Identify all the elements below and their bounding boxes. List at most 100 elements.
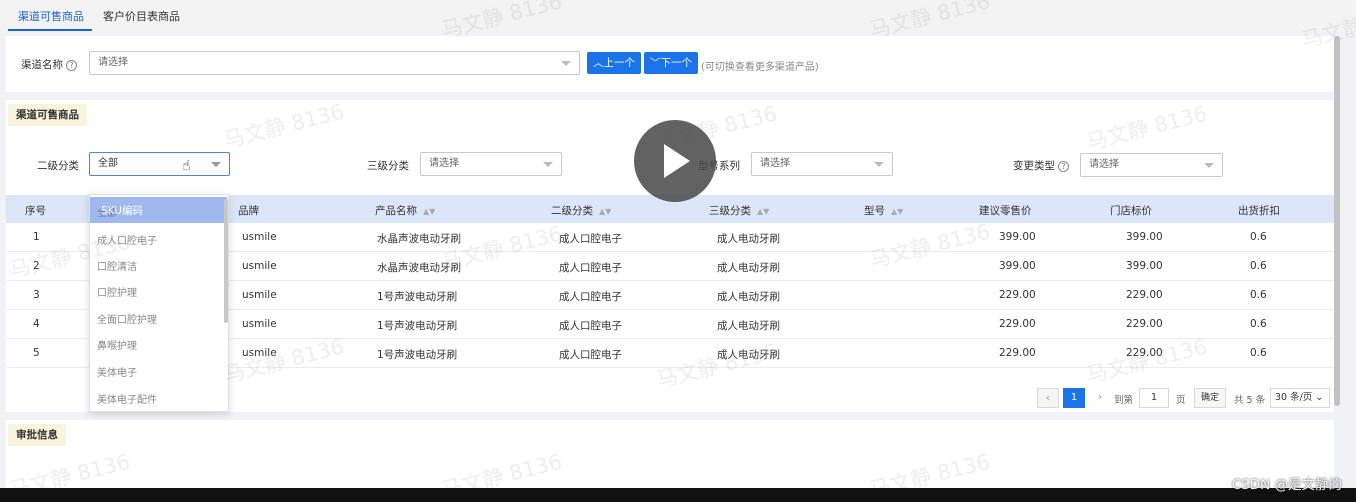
table-cell-level2: 成人口腔电子: [559, 233, 622, 245]
page-number[interactable]: 1: [1063, 388, 1085, 408]
table-cell-retail-price: 229.00: [999, 347, 1036, 359]
chevron-right-icon: ›: [1097, 390, 1103, 403]
table-cell-level2: 成人口腔电子: [559, 320, 622, 332]
chevron-down-icon: ⌄: [1315, 392, 1324, 403]
table-cell-retail-price: 399.00: [999, 231, 1036, 243]
column-header-product-name[interactable]: 产品名称 ▲▼: [375, 203, 435, 218]
table-cell-index: 5: [33, 347, 40, 359]
total-count: 共 5 条: [1234, 395, 1266, 406]
change-type-placeholder: 请选择: [1089, 159, 1119, 170]
help-icon[interactable]: ?: [66, 59, 77, 71]
level3-select[interactable]: 请选择: [420, 152, 562, 176]
goto-suffix: 页: [1176, 395, 1186, 406]
table-cell-level3: 成人电动牙刷: [717, 291, 780, 303]
chevron-up-icon: ︿: [593, 57, 604, 69]
dropdown-option[interactable]: 鼻喉护理: [97, 337, 137, 352]
table-cell-brand: usmile: [242, 260, 277, 272]
tab-customer-price-list[interactable]: 客户价目表商品: [103, 8, 180, 24]
table-cell-discount: 0.6: [1250, 260, 1267, 272]
channel-select[interactable]: 请选择: [89, 51, 580, 75]
csdn-credit: CSDN @是文静的: [1231, 477, 1342, 493]
table-cell-discount: 0.6: [1250, 347, 1267, 359]
sort-icon: ▲▼: [599, 206, 612, 216]
dropdown-option[interactable]: 全面口腔护理: [97, 311, 157, 326]
channel-label: 渠道名称?: [21, 57, 77, 72]
series-select[interactable]: 请选择: [751, 152, 893, 176]
chevron-left-icon: ‹: [1045, 391, 1051, 404]
page-scrollbar[interactable]: [1334, 36, 1340, 406]
chevron-down-icon: [561, 61, 571, 66]
page-size-select[interactable]: 30 条/页 ⌄: [1270, 388, 1330, 408]
chevron-down-icon: [874, 162, 884, 167]
table-cell-index: 2: [33, 260, 40, 272]
series-placeholder: 请选择: [760, 158, 790, 169]
change-type-label: 变更类型?: [1013, 158, 1069, 173]
goto-confirm-button[interactable]: 确定: [1194, 388, 1226, 408]
channel-hint: (可切换查看更多渠道产品): [701, 62, 819, 73]
next-page-button[interactable]: ›: [1089, 388, 1111, 408]
level3-label: 三级分类: [367, 160, 409, 172]
column-header-level3[interactable]: 三级分类 ▲▼: [709, 203, 769, 218]
dropdown-option[interactable]: 美体电子配件: [97, 391, 157, 406]
column-header-brand: 品牌: [238, 205, 259, 217]
table-cell-store-price: 399.00: [1126, 231, 1163, 243]
table-cell-product-name: 1号声波电动牙刷: [377, 349, 458, 361]
sort-icon: ▲▼: [757, 206, 770, 216]
goto-prefix: 到第: [1114, 395, 1134, 406]
level2-select[interactable]: 全部: [89, 152, 230, 176]
dropdown-option[interactable]: 口腔清洁: [97, 258, 137, 273]
goto-page-input[interactable]: 1: [1139, 388, 1169, 408]
play-button[interactable]: [634, 120, 716, 202]
tab-active-indicator: [8, 29, 92, 31]
tab-channel-products[interactable]: 渠道可售商品: [18, 8, 84, 24]
table-cell-store-price: 229.00: [1126, 318, 1163, 330]
table-cell-product-name: 水晶声波电动牙刷: [377, 262, 461, 274]
section-title: 渠道可售商品: [8, 104, 87, 126]
prev-button[interactable]: ︿上一个: [587, 52, 641, 74]
play-icon: [664, 144, 690, 178]
dropdown-option[interactable]: 美体电子: [97, 364, 137, 379]
approval-title: 审批信息: [8, 424, 66, 446]
approval-panel: 审批信息: [6, 420, 1334, 490]
table-cell-brand: usmile: [242, 231, 277, 243]
table-cell-level3: 成人电动牙刷: [717, 262, 780, 274]
table-cell-retail-price: 399.00: [999, 260, 1036, 272]
table-cell-level3: 成人电动牙刷: [717, 320, 780, 332]
table-cell-retail-price: 229.00: [999, 289, 1036, 301]
table-cell-brand: usmile: [242, 289, 277, 301]
change-type-select[interactable]: 请选择: [1080, 153, 1223, 177]
table-cell-discount: 0.6: [1250, 318, 1267, 330]
chevron-down-icon: ﹀: [650, 57, 661, 69]
column-header-level2[interactable]: 二级分类 ▲▼: [551, 203, 611, 218]
table-cell-level3: 成人电动牙刷: [717, 349, 780, 361]
table-cell-level3: 成人电动牙刷: [717, 233, 780, 245]
level2-dropdown: 全部 成人口腔电子 口腔清洁 口腔护理 全面口腔护理 鼻喉护理 美体电子 美体电…: [89, 194, 229, 412]
help-icon[interactable]: ?: [1058, 160, 1069, 172]
table-cell-level2: 成人口腔电子: [559, 262, 622, 274]
table-cell-product-name: 1号声波电动牙刷: [377, 291, 458, 303]
column-header-model[interactable]: 型号 ▲▼: [864, 203, 903, 218]
table-cell-store-price: 399.00: [1126, 260, 1163, 272]
table-cell-product-name: 水晶声波电动牙刷: [377, 233, 461, 245]
level2-label: 二级分类: [37, 160, 79, 172]
channel-panel: 渠道名称? 请选择 ︿上一个 ﹀下一个 (可切换查看更多渠道产品): [6, 36, 1334, 92]
sort-icon: ▲▼: [423, 206, 436, 216]
series-label: 系列: [719, 160, 740, 172]
table-cell-discount: 0.6: [1250, 231, 1267, 243]
column-header-discount: 出货折扣: [1238, 205, 1280, 217]
chevron-down-icon: [211, 162, 221, 167]
table-cell-brand: usmile: [242, 347, 277, 359]
sort-icon: ▲▼: [891, 206, 904, 216]
level3-placeholder: 请选择: [429, 158, 459, 169]
column-header-retail-price: 建议零售价: [979, 205, 1032, 217]
sku-header-overlay: SKU编码: [101, 205, 143, 217]
bottom-bar: [0, 488, 1356, 502]
dropdown-option[interactable]: 成人口腔电子: [97, 232, 157, 247]
dropdown-option[interactable]: 口腔护理: [97, 284, 137, 299]
table-cell-index: 4: [33, 318, 40, 330]
dropdown-scrollbar[interactable]: [224, 199, 228, 323]
table-cell-index: 3: [33, 289, 40, 301]
next-button[interactable]: ﹀下一个: [644, 52, 698, 74]
table-cell-product-name: 1号声波电动牙刷: [377, 320, 458, 332]
prev-page-button[interactable]: ‹: [1037, 388, 1059, 408]
